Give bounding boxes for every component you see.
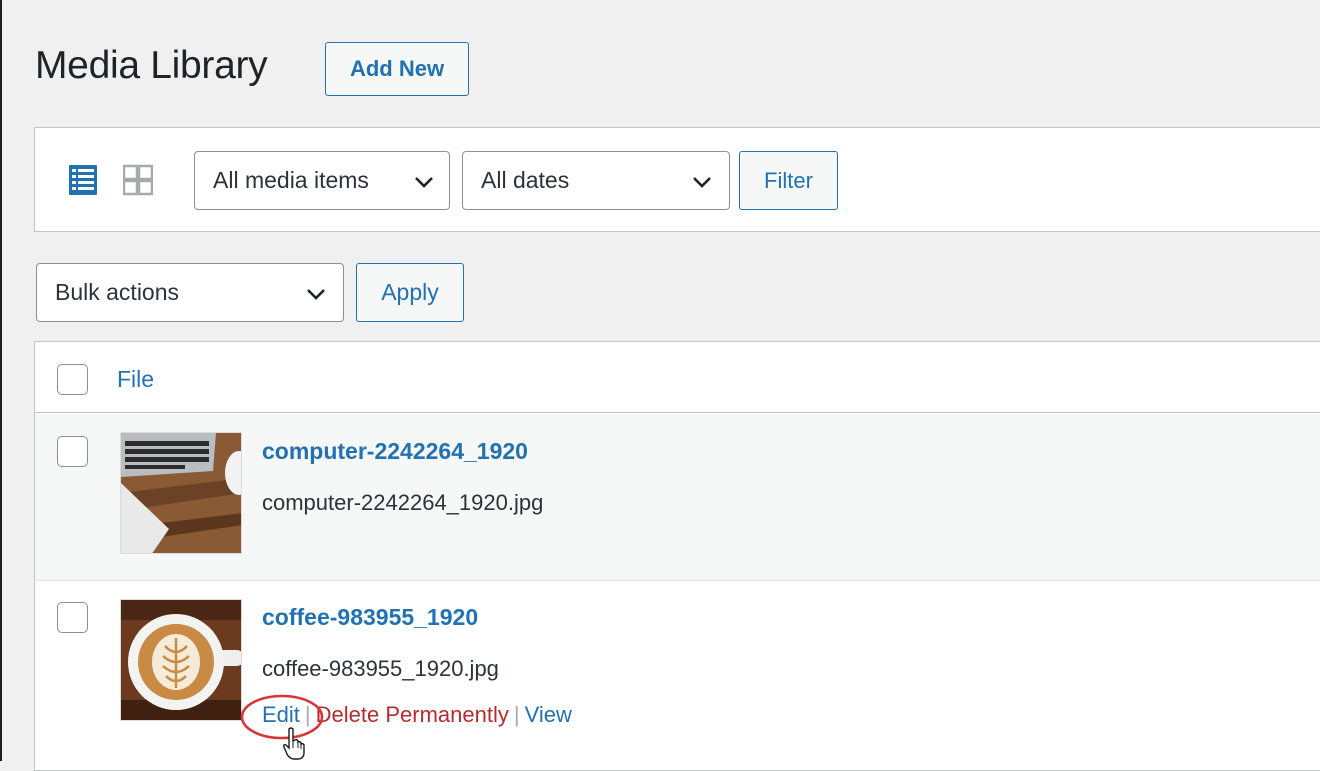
window-border xyxy=(0,0,2,761)
filter-button[interactable]: Filter xyxy=(739,151,838,210)
row-checkbox[interactable] xyxy=(57,602,88,633)
grid-view-icon[interactable] xyxy=(122,164,154,196)
delete-permanently-link[interactable]: Delete Permanently xyxy=(316,702,509,728)
media-filename: computer-2242264_1920.jpg xyxy=(262,490,544,515)
chevron-down-icon xyxy=(307,288,325,300)
row-checkbox[interactable] xyxy=(57,436,88,467)
action-separator: | xyxy=(513,702,520,727)
coffee-thumbnail[interactable] xyxy=(120,599,242,721)
media-type-select-value: All media items xyxy=(213,167,369,193)
column-header-file[interactable]: File xyxy=(117,366,154,393)
page-title: Media Library xyxy=(35,44,268,87)
media-filename: coffee-983955_1920.jpg xyxy=(262,656,499,681)
chevron-down-icon xyxy=(415,176,433,188)
chevron-down-icon xyxy=(693,176,711,188)
date-select-value: All dates xyxy=(481,167,570,193)
view-link[interactable]: View xyxy=(525,702,572,728)
list-view-icon[interactable] xyxy=(68,164,98,196)
media-type-select[interactable]: All media items xyxy=(194,151,450,210)
bulk-actions-select[interactable]: Bulk actions xyxy=(36,263,344,322)
apply-button[interactable]: Apply xyxy=(356,263,464,322)
media-title-link[interactable]: computer-2242264_1920 xyxy=(262,438,528,465)
hand-pointer-cursor-icon xyxy=(283,727,305,760)
table-header xyxy=(34,341,1320,413)
media-title-link[interactable]: coffee-983955_1920 xyxy=(262,604,478,631)
add-new-button[interactable]: Add New xyxy=(325,42,469,96)
date-select[interactable]: All dates xyxy=(462,151,730,210)
select-all-checkbox[interactable] xyxy=(57,364,88,395)
laptop-thumbnail[interactable] xyxy=(120,432,242,554)
bulk-actions-select-value: Bulk actions xyxy=(55,279,180,305)
